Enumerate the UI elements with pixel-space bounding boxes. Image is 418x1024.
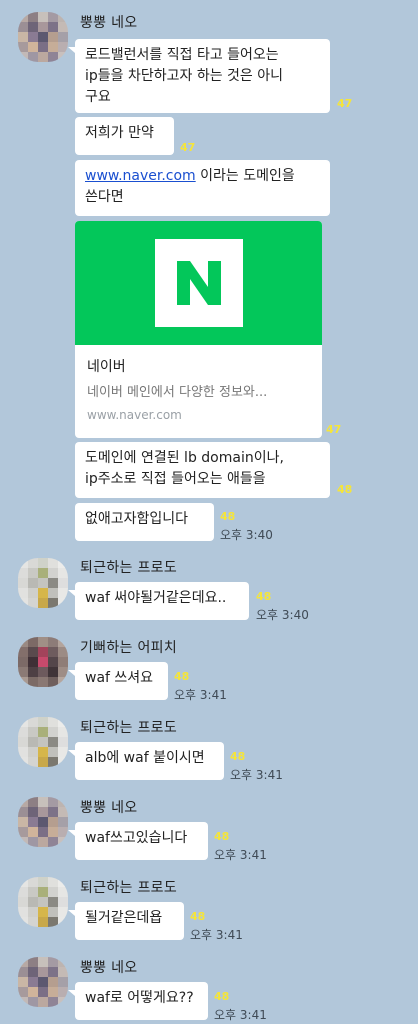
timestamp: 오후 3:41 bbox=[174, 688, 227, 702]
timestamp: 오후 3:41 bbox=[230, 768, 283, 782]
sender-name: 퇴근하는 프로도 bbox=[80, 560, 178, 576]
n-letter-icon bbox=[177, 261, 221, 305]
card-banner bbox=[75, 221, 322, 345]
card-title: 네이버 bbox=[87, 359, 126, 375]
timestamp: 오후 3:41 bbox=[214, 1008, 267, 1022]
unread-count: 48 bbox=[337, 483, 353, 496]
message-bubble[interactable]: alb에 waf 붙이시면 bbox=[68, 742, 224, 780]
card-description: 네이버 메인에서 다양한 정보와... bbox=[87, 385, 268, 400]
unread-count: 48 bbox=[256, 590, 272, 603]
link-preview-card[interactable]: 네이버 네이버 메인에서 다양한 정보와... www.naver.com bbox=[75, 221, 322, 438]
sender-name: 뿡뿡 네오 bbox=[80, 960, 138, 976]
avatar-neo[interactable] bbox=[18, 797, 68, 847]
naver-link[interactable]: www.naver.com bbox=[85, 168, 196, 184]
sender-name: 퇴근하는 프로도 bbox=[80, 880, 178, 896]
avatar-neo[interactable] bbox=[18, 12, 68, 62]
unread-count: 47 bbox=[180, 141, 196, 154]
naver-logo bbox=[155, 239, 243, 327]
message-bubble[interactable]: waf 써야될거같은데요.. bbox=[68, 582, 249, 620]
message-bubble[interactable]: waf쓰고있습니다 bbox=[68, 822, 208, 860]
message-bubble[interactable]: 없애고자함입니다 bbox=[75, 503, 214, 541]
sender-name: 뿡뿡 네오 bbox=[80, 800, 138, 816]
sender-name: 뿡뿡 네오 bbox=[80, 15, 138, 31]
avatar-apeach[interactable] bbox=[18, 637, 68, 687]
sender-name: 퇴근하는 프로도 bbox=[80, 720, 178, 736]
unread-count: 48 bbox=[214, 990, 230, 1003]
message-bubble[interactable]: www.naver.com 이라는 도메인을 쓴다면 bbox=[75, 160, 330, 216]
message-bubble[interactable]: 저희가 만약 bbox=[75, 117, 174, 155]
card-url: www.naver.com bbox=[87, 408, 182, 422]
avatar-neo[interactable] bbox=[18, 957, 68, 1007]
message-bubble[interactable]: waf 쓰셔요 bbox=[68, 662, 168, 700]
unread-count: 47 bbox=[326, 423, 342, 436]
message-bubble[interactable]: waf로 어떻게요?? bbox=[68, 982, 208, 1020]
timestamp: 오후 3:41 bbox=[214, 848, 267, 862]
avatar-frodo[interactable] bbox=[18, 558, 68, 608]
timestamp: 오후 3:40 bbox=[256, 608, 309, 622]
unread-count: 48 bbox=[190, 910, 206, 923]
timestamp: 오후 3:40 bbox=[220, 528, 273, 542]
unread-count: 48 bbox=[214, 830, 230, 843]
sender-name: 기뻐하는 어피치 bbox=[80, 640, 178, 656]
unread-count: 47 bbox=[337, 97, 353, 110]
unread-count: 48 bbox=[220, 510, 236, 523]
avatar-frodo[interactable] bbox=[18, 717, 68, 767]
message-bubble[interactable]: 될거같은데욥 bbox=[68, 902, 184, 940]
unread-count: 48 bbox=[174, 670, 190, 683]
message-bubble[interactable]: 도메인에 연결된 lb domain이나, ip주소로 직접 들어오는 애들을 bbox=[75, 442, 330, 498]
message-bubble[interactable]: 로드밸런서를 직접 타고 들어오는 ip들을 차단하고자 하는 것은 아니 구요 bbox=[68, 39, 330, 113]
avatar-frodo[interactable] bbox=[18, 877, 68, 927]
unread-count: 48 bbox=[230, 750, 246, 763]
timestamp: 오후 3:41 bbox=[190, 928, 243, 942]
